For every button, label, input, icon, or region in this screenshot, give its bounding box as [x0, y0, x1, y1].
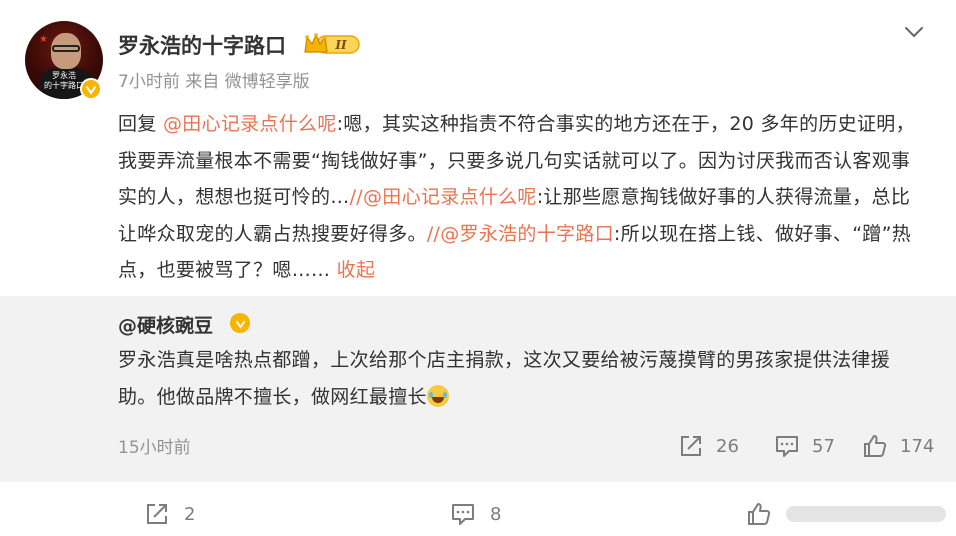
like-button[interactable] [746, 500, 772, 528]
verified-icon [230, 313, 250, 333]
collapse-link[interactable]: 收起 [337, 259, 376, 281]
quoted-author[interactable]: @硬核豌豆 [118, 311, 213, 338]
quoted-comment-count: 57 [812, 435, 835, 457]
post-source: 来自 微博轻享版 [185, 72, 310, 92]
repost-count: 2 [184, 503, 196, 525]
quoted-like-count: 174 [900, 435, 935, 457]
post-time: 7小时前 [118, 72, 180, 92]
repost-icon [681, 436, 701, 456]
star-icon: ★ [39, 34, 48, 45]
post-body: 回复 @田心记录点什么呢:嗯，其实这种指责不符合事实的地方还在于，20 多年的历… [118, 106, 918, 289]
quoted-comment-button[interactable]: 57 [774, 432, 835, 460]
post-meta: 7小时前 来自 微博轻享版 [118, 67, 310, 92]
like-icon [748, 503, 771, 525]
post-text-part: 回复 [118, 113, 163, 135]
repost-icon [147, 504, 167, 524]
like-icon [864, 435, 887, 457]
avatar-glasses [52, 45, 80, 52]
chevron-down-icon[interactable] [902, 20, 926, 44]
quoted-like-button[interactable]: 174 [862, 432, 934, 460]
level-badge-icon[interactable]: II [303, 31, 361, 57]
quoted-repost-button[interactable]: 26 [678, 432, 739, 460]
comment-button[interactable]: 8 [450, 500, 501, 528]
like-count-placeholder [786, 506, 946, 522]
repost-button[interactable]: 2 [144, 500, 195, 528]
quoted-text-body: 罗永浩真是啥热点都蹭，上次给那个店主捐款，这次又要给被污蔑摸臂的男孩家提供法律援… [118, 349, 891, 408]
repost-chain-link[interactable]: //@田心记录点什么呢 [350, 186, 537, 208]
verified-icon [80, 78, 102, 100]
level-badge-label: II [334, 38, 347, 52]
comment-icon [776, 436, 798, 457]
quoted-time: 15小时前 [118, 438, 191, 458]
comment-icon [452, 504, 474, 525]
quoted-repost-count: 26 [716, 435, 739, 457]
comment-count: 8 [490, 503, 502, 525]
mention-link[interactable]: @田心记录点什么呢 [163, 113, 337, 135]
author-name[interactable]: 罗永浩的十字路口 [118, 30, 286, 60]
quoted-text: 罗永浩真是啥热点都蹭，上次给那个店主捐款，这次又要给被污蔑摸臂的男孩家提供法律援… [118, 342, 918, 415]
repost-chain-link[interactable]: //@罗永浩的十字路口 [427, 223, 614, 245]
laugh-cry-emoji-icon [426, 384, 449, 407]
